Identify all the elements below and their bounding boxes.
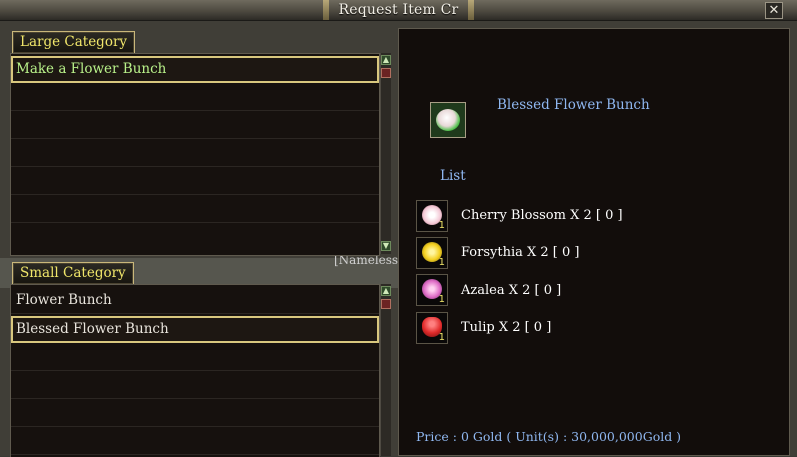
material-label: Tulip X 2 [ 0 ] — [461, 320, 552, 335]
item-name: Blessed Flower Bunch — [497, 97, 650, 113]
tulip-icon[interactable]: 1 — [416, 312, 448, 344]
price-text: Price : 0 Gold ( Unit(s) : 30,000,000Gol… — [416, 429, 682, 444]
small-category-tab[interactable]: Small Category — [12, 262, 134, 284]
material-quantity: 1 — [438, 220, 445, 231]
close-icon: ✕ — [768, 3, 780, 18]
list-row-empty[interactable] — [11, 428, 379, 455]
list-row-empty[interactable] — [11, 196, 379, 223]
azalea-icon[interactable]: 1 — [416, 274, 448, 306]
list-row-empty[interactable] — [11, 140, 379, 167]
scroll-thumb[interactable] — [381, 68, 391, 78]
window-title-bar[interactable]: Request Item Cr ✕ — [0, 0, 797, 21]
material-label: Azalea X 2 [ 0 ] — [461, 283, 562, 298]
large-category-tab[interactable]: Large Category — [12, 31, 136, 53]
small-category-item[interactable]: Blessed Flower Bunch — [11, 316, 379, 343]
scroll-thumb[interactable] — [381, 299, 391, 309]
close-button[interactable]: ✕ — [765, 2, 783, 19]
list-row-empty[interactable] — [11, 224, 379, 251]
material-label: Cherry Blossom X 2 [ 0 ] — [461, 208, 623, 223]
large-category-item-label: Make a Flower Bunch — [16, 61, 167, 77]
list-row-empty[interactable] — [11, 168, 379, 195]
scroll-up-button[interactable]: ▲ — [381, 286, 391, 296]
list-row-empty[interactable] — [11, 344, 379, 371]
list-row-empty[interactable] — [11, 400, 379, 427]
large-category-item[interactable]: Make a Flower Bunch — [11, 56, 379, 83]
title-ornament-right — [468, 0, 474, 20]
material-quantity: 1 — [438, 294, 445, 305]
list-row-empty[interactable] — [11, 112, 379, 139]
list-row-empty[interactable] — [11, 84, 379, 111]
item-icon[interactable] — [430, 102, 466, 138]
scroll-up-button[interactable]: ▲ — [381, 55, 391, 65]
forsythia-icon[interactable]: 1 — [416, 237, 448, 269]
scroll-down-button[interactable]: ▼ — [381, 241, 391, 251]
material-quantity: 1 — [438, 332, 445, 343]
arrow-up-icon: ▲ — [382, 55, 390, 64]
cherry-blossom-icon[interactable]: 1 — [416, 200, 448, 232]
material-quantity: 1 — [438, 257, 445, 268]
small-category-list: Flower Bunch Blessed Flower Bunch — [10, 284, 380, 457]
list-row-empty[interactable] — [11, 372, 379, 399]
small-category-item[interactable]: Flower Bunch — [11, 287, 379, 314]
small-category-scrollbar[interactable]: ▲ — [380, 284, 391, 456]
window-title: Request Item Cr — [338, 2, 459, 18]
large-category-scrollbar[interactable]: ▲ ▼ — [380, 53, 391, 254]
arrow-down-icon: ▼ — [382, 241, 390, 250]
arrow-up-icon: ▲ — [382, 286, 390, 295]
small-category-item-label: Blessed Flower Bunch — [16, 321, 169, 337]
large-category-list: Make a Flower Bunch — [10, 53, 380, 256]
flower-bunch-icon — [436, 109, 460, 131]
materials-list-label: List — [440, 168, 466, 184]
item-detail-panel — [398, 28, 790, 456]
material-label: Forsythia X 2 [ 0 ] — [461, 245, 580, 260]
small-category-item-label: Flower Bunch — [16, 292, 112, 308]
